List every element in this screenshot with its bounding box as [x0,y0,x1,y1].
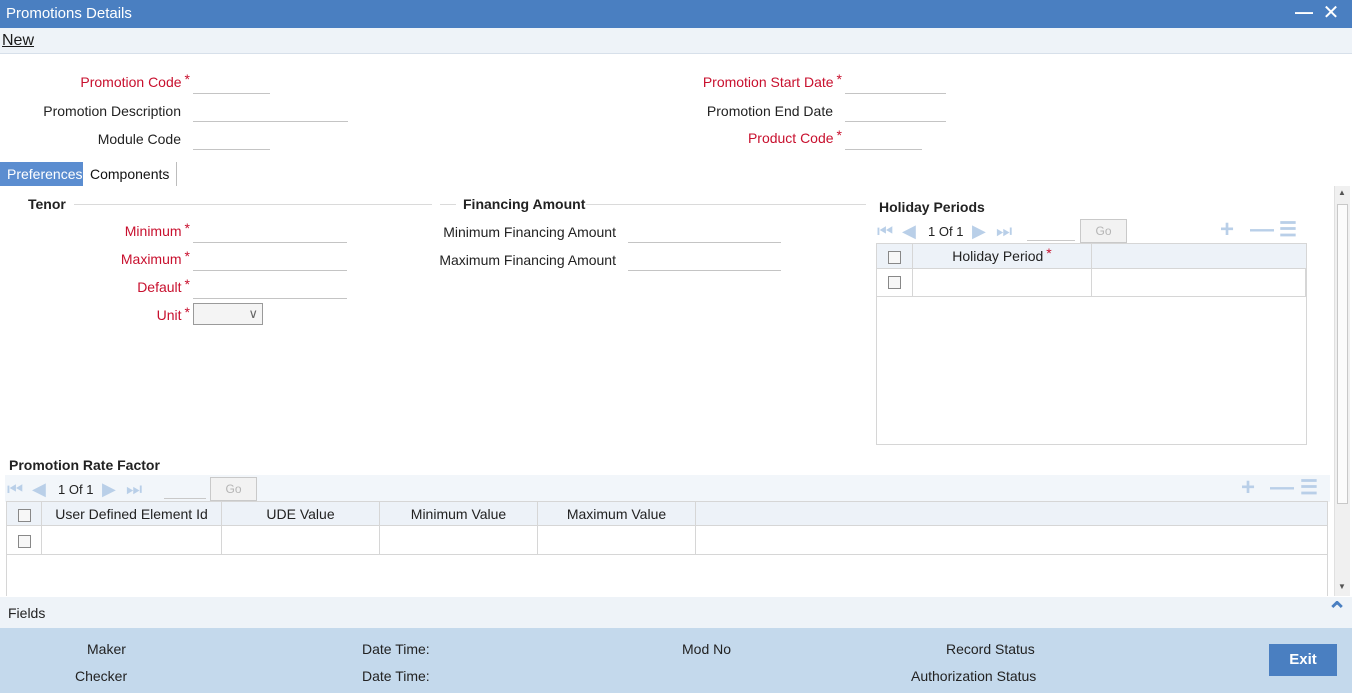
vertical-scrollbar[interactable]: ▲ ▼ [1334,186,1350,596]
expand-up-icon[interactable]: ⌃ [1327,597,1347,626]
ude-id-column-header: User Defined Element Id [42,502,222,525]
maximum-financing-amount-input[interactable] [628,249,781,271]
fields-bar: Fields ⌃ [0,597,1352,628]
tenor-default-input[interactable] [193,277,347,299]
last-page-icon[interactable]: ⏭ [126,477,142,501]
audit-footer [0,628,1352,693]
holiday-periods-title: Holiday Periods [879,199,985,215]
minimum-financing-amount-label: Minimum Financing Amount [443,224,616,240]
action-toolbar: New [0,28,1352,54]
tab-preferences[interactable]: Preferences [0,162,90,186]
exit-button[interactable]: Exit [1269,644,1337,676]
last-page-icon[interactable]: ⏭ [996,219,1012,243]
holiday-grid-header: Holiday Period * [877,244,1306,269]
holiday-extra-cell [1092,269,1306,296]
table-row [877,269,1306,297]
delete-row-icon[interactable]: — [1250,218,1274,242]
checker-datetime-label: Date Time: [362,668,430,684]
tab-components[interactable]: Components [83,162,178,186]
tenor-minimum-input[interactable] [193,221,347,243]
table-row [7,526,1327,555]
prev-page-icon[interactable]: ◀ [32,477,46,501]
promotion-start-date-input[interactable] [845,72,946,94]
list-view-icon[interactable]: ☰ [1279,218,1297,242]
holiday-page-input[interactable] [1027,221,1075,241]
rate-factor-select-all-checkbox[interactable] [17,509,31,522]
ude-id-cell[interactable] [42,526,222,554]
close-icon[interactable]: ✕ [1320,0,1342,24]
minimize-icon[interactable]: — [1294,2,1314,24]
record-status-label: Record Status [946,641,1035,657]
title-bar: Promotions Details — ✕ [0,0,1352,28]
next-page-icon[interactable]: ▶ [102,477,116,501]
next-page-icon[interactable]: ▶ [972,219,986,243]
maximum-value-column-header: Maximum Value [538,502,696,525]
rate-factor-go-button[interactable]: Go [210,477,257,501]
first-page-icon[interactable]: ⏮ [877,219,893,243]
tenor-unit-select[interactable]: ∨ [193,303,263,325]
delete-row-icon[interactable]: — [1270,476,1294,500]
holiday-row-checkbox[interactable] [888,276,901,289]
ude-value-cell[interactable] [222,526,380,554]
module-code-input[interactable] [193,128,270,150]
tenor-section-title: Tenor [28,196,66,212]
financing-divider-left [440,204,456,205]
promotion-end-date-label: Promotion End Date [706,103,833,119]
product-code-label: Product Code * [747,127,842,146]
add-row-icon[interactable]: + [1241,476,1255,500]
holiday-pager: 1 Of 1 [928,224,964,239]
promotion-code-input[interactable] [193,72,270,94]
rate-factor-grid-header: User Defined Element Id UDE Value Minimu… [7,502,1327,526]
list-view-icon[interactable]: ☰ [1300,476,1318,500]
promotion-start-date-label: Promotion Start Date * [702,71,842,90]
maker-label: Maker [87,641,126,657]
ude-value-column-header: UDE Value [222,502,380,525]
promotion-rate-factor-title: Promotion Rate Factor [9,457,160,473]
module-code-label: Module Code [97,131,181,147]
holiday-periods-grid: Holiday Period * [876,243,1307,445]
holiday-select-all-checkbox[interactable] [888,251,901,264]
window-title: Promotions Details [6,5,132,22]
fields-label[interactable]: Fields [8,605,45,621]
checker-label: Checker [75,668,128,684]
scroll-up-icon[interactable]: ▲ [1338,188,1346,197]
maximum-value-cell[interactable] [538,526,696,554]
holiday-go-button[interactable]: Go [1080,219,1127,243]
maximum-financing-amount-label: Maximum Financing Amount [439,252,616,268]
rate-factor-page-input[interactable] [164,479,206,499]
holiday-period-cell[interactable] [913,269,1092,296]
promotion-code-label: Promotion Code * [80,71,190,90]
tenor-unit-label: Unit * [156,304,190,323]
mod-no-label: Mod No [682,641,732,657]
financing-divider-right [586,204,866,205]
tenor-maximum-label: Maximum * [120,248,190,267]
promotion-description-input[interactable] [193,100,348,122]
tenor-divider [74,204,432,205]
first-page-icon[interactable]: ⏮ [7,477,23,501]
tenor-minimum-label: Minimum * [124,220,190,239]
minimum-value-cell[interactable] [380,526,538,554]
scroll-down-icon[interactable]: ▼ [1338,582,1346,591]
authorization-status-label: Authorization Status [911,668,1037,684]
tenor-maximum-input[interactable] [193,249,347,271]
holiday-period-column-header: Holiday Period * [913,244,1092,268]
tenor-default-label: Default * [137,276,190,295]
rate-factor-pager: 1 Of 1 [58,482,94,497]
promotion-end-date-input[interactable] [845,100,946,122]
promotion-description-label: Promotion Description [43,103,181,119]
chevron-down-icon: ∨ [248,306,258,321]
promotion-rate-factor-grid: User Defined Element Id UDE Value Minimu… [6,501,1328,596]
maker-datetime-label: Date Time: [362,641,430,657]
minimum-value-column-header: Minimum Value [380,502,538,525]
add-row-icon[interactable]: + [1220,218,1234,242]
product-code-input[interactable] [845,128,922,150]
rate-factor-row-checkbox[interactable] [17,535,31,548]
prev-page-icon[interactable]: ◀ [902,219,916,243]
minimum-financing-amount-input[interactable] [628,221,781,243]
new-button[interactable]: New [2,32,34,50]
scrollbar-thumb[interactable] [1337,204,1348,504]
financing-section-title: Financing Amount [463,196,586,212]
